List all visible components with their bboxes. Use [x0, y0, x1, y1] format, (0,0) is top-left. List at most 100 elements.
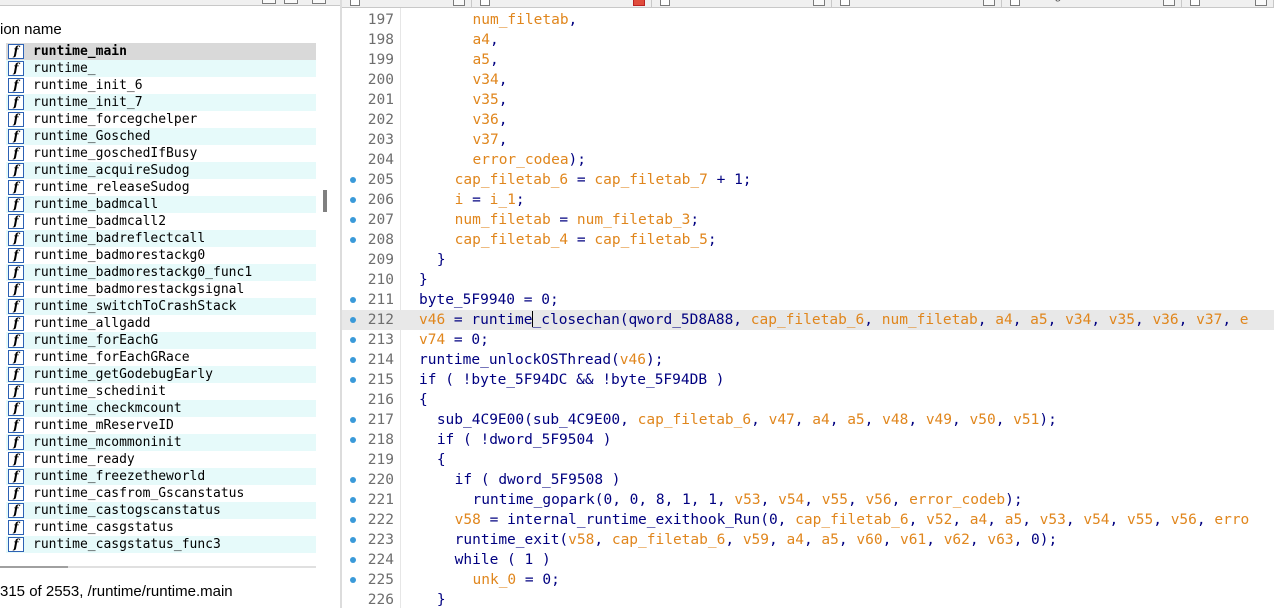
tab-ida-view-a[interactable]: IDA View-A — [342, 0, 472, 8]
tab-strings[interactable]: Strings — [1002, 0, 1182, 8]
function-list-item[interactable]: f runtime_mcommoninit — [6, 434, 316, 451]
function-list-item[interactable]: f runtime_forEachG — [6, 332, 316, 349]
code-variable[interactable]: v36 — [473, 112, 499, 128]
code-line[interactable]: 207 num_filetab = num_filetab_3; — [342, 210, 1274, 230]
breakpoint-dot-icon[interactable] — [350, 177, 356, 183]
code-line[interactable]: 202 v36, — [342, 110, 1274, 130]
code-variable[interactable]: v53 — [734, 492, 760, 508]
code-variable[interactable]: v51 — [1013, 412, 1039, 428]
code-variable[interactable]: v61 — [900, 532, 926, 548]
breakpoint-dot-icon[interactable] — [350, 417, 356, 423]
function-name-column-header[interactable]: ion name — [0, 20, 62, 40]
function-list-item[interactable]: f runtime_badmorestackg0 — [6, 247, 316, 264]
code-line[interactable]: 201 v35, — [342, 90, 1274, 110]
function-list-item[interactable]: f runtime_badmorestackgsignal — [6, 281, 316, 298]
breakpoint-dot-icon[interactable] — [350, 337, 356, 343]
code-variable[interactable]: v56 — [1171, 512, 1197, 528]
code-line[interactable]: 225 unk_0 = 0; — [342, 570, 1274, 590]
function-list-item[interactable]: f runtime_checkmcount — [6, 400, 316, 417]
code-line[interactable]: 200 v34, — [342, 70, 1274, 90]
code-variable[interactable]: v34 — [473, 72, 499, 88]
code-variable[interactable]: v35 — [1109, 312, 1135, 328]
pseudocode-view[interactable]: 197 num_filetab, 198 a4, 199 a5, 200 v34, 201 v35… — [342, 8, 1274, 608]
function-list-item[interactable]: f runtime_ready — [6, 451, 316, 468]
function-list-item[interactable]: f runtime_switchToCrashStack — [6, 298, 316, 315]
code-variable[interactable]: v55 — [1127, 512, 1153, 528]
function-list-item[interactable]: f runtime_casgstatus — [6, 519, 316, 536]
code-variable[interactable]: v48 — [882, 412, 908, 428]
code-variable[interactable]: v53 — [1040, 512, 1066, 528]
code-variable[interactable]: v56 — [865, 492, 891, 508]
function-list-horizontal-scrollbar[interactable] — [0, 566, 68, 568]
function-list-vertical-scrollbar[interactable] — [323, 190, 327, 212]
code-variable[interactable]: cap_filetab_6 — [638, 412, 752, 428]
tab-close-icon[interactable] — [1255, 0, 1267, 6]
function-list-item[interactable]: f runtime_forcegchelper — [6, 111, 316, 128]
code-variable[interactable]: unk_0 — [473, 572, 517, 588]
code-variable[interactable]: a5 — [1030, 312, 1047, 328]
function-list-item[interactable]: f runtime_allgadd — [6, 315, 316, 332]
code-line[interactable]: 221 runtime_gopark(0, 0, 8, 1, 1, v53, v5… — [342, 490, 1274, 510]
code-line[interactable]: 198 a4, — [342, 30, 1274, 50]
code-line[interactable]: 199 a5, — [342, 50, 1274, 70]
breakpoint-dot-icon[interactable] — [350, 217, 356, 223]
code-variable[interactable]: v52 — [926, 512, 952, 528]
code-variable[interactable]: cap_filetab_7 — [594, 172, 708, 188]
breakpoint-dot-icon[interactable] — [350, 377, 356, 383]
code-variable[interactable]: error_codeb — [909, 492, 1005, 508]
code-line[interactable]: 217 sub_4C9E00(sub_4C9E00, cap_filetab_6,… — [342, 410, 1274, 430]
breakpoint-dot-icon[interactable] — [350, 477, 356, 483]
tab-close-icon[interactable] — [813, 0, 825, 6]
code-line[interactable]: 220 if ( dword_5F9508 ) — [342, 470, 1274, 490]
function-list-item[interactable]: f runtime_casfrom_Gscanstatus — [6, 485, 316, 502]
function-list-item[interactable]: f runtime_main — [6, 43, 316, 60]
code-variable[interactable]: cap_filetab_6 — [795, 512, 909, 528]
tab-pseudocode-a[interactable]: Pseudocode-A — [472, 0, 652, 8]
code-variable[interactable]: cap_filetab_6 — [751, 312, 865, 328]
breakpoint-dot-icon[interactable] — [350, 497, 356, 503]
code-variable[interactable]: cap_filetab_5 — [594, 232, 708, 248]
code-line[interactable]: 208 cap_filetab_4 = cap_filetab_5; — [342, 230, 1274, 250]
code-line[interactable]: 223 runtime_exit(v58, cap_filetab_6, v59,… — [342, 530, 1274, 550]
code-line[interactable]: 214 runtime_unlockOSThread(v46); — [342, 350, 1274, 370]
code-line[interactable]: 226} — [342, 590, 1274, 608]
function-list-item[interactable]: f runtime_ — [6, 60, 316, 77]
function-list-item[interactable]: f runtime_badmcall2 — [6, 213, 316, 230]
tab-hex-view-1[interactable]: Hex View-1 — [1182, 0, 1274, 8]
function-list-item[interactable]: f runtime_schedinit — [6, 383, 316, 400]
function-list-item[interactable]: f runtime_init_7 — [6, 94, 316, 111]
function-list-item[interactable]: f runtime_casgstatus_func3 — [6, 536, 316, 553]
function-list-item[interactable]: f runtime_releaseSudog — [6, 179, 316, 196]
code-variable[interactable]: i_1 — [490, 192, 516, 208]
code-variable[interactable]: a4 — [786, 532, 803, 548]
code-variable[interactable]: a4 — [812, 412, 829, 428]
function-list-item[interactable]: f runtime_goschedIfBusy — [6, 145, 316, 162]
code-variable[interactable]: v47 — [769, 412, 795, 428]
code-variable[interactable]: v54 — [778, 492, 804, 508]
code-variable[interactable]: v46 — [620, 352, 646, 368]
code-variable[interactable]: a5 — [847, 412, 864, 428]
code-line[interactable]: 219 { — [342, 450, 1274, 470]
breakpoint-dot-icon[interactable] — [350, 357, 356, 363]
code-variable[interactable]: num_filetab — [455, 212, 551, 228]
code-line[interactable]: 215 if ( !byte_5F94DC && !byte_5F94DB ) — [342, 370, 1274, 390]
code-variable[interactable]: v54 — [1083, 512, 1109, 528]
function-list-item[interactable]: f runtime_badmorestackg0_func1 — [6, 264, 316, 281]
code-variable[interactable]: v34 — [1065, 312, 1091, 328]
code-variable[interactable]: v49 — [926, 412, 952, 428]
breakpoint-dot-icon[interactable] — [350, 317, 356, 323]
code-line[interactable]: 218 if ( !dword_5F9504 ) — [342, 430, 1274, 450]
float-panel-icon[interactable] — [262, 0, 276, 4]
code-variable[interactable]: e — [1240, 312, 1249, 328]
code-variable[interactable]: a4 — [995, 312, 1012, 328]
breakpoint-dot-icon[interactable] — [350, 557, 356, 563]
function-list-item[interactable]: f runtime_acquireSudog — [6, 162, 316, 179]
code-variable[interactable]: a4 — [970, 512, 987, 528]
code-line[interactable]: 212 v46 = runtime_closechan(qword_5D8A88,… — [342, 310, 1274, 330]
function-list-item[interactable]: f runtime_Gosched — [6, 128, 316, 145]
code-variable[interactable]: v58 — [455, 512, 481, 528]
tab-close-icon[interactable] — [983, 0, 995, 6]
breakpoint-dot-icon[interactable] — [350, 197, 356, 203]
code-variable[interactable]: a5 — [821, 532, 838, 548]
code-variable[interactable]: v59 — [743, 532, 769, 548]
